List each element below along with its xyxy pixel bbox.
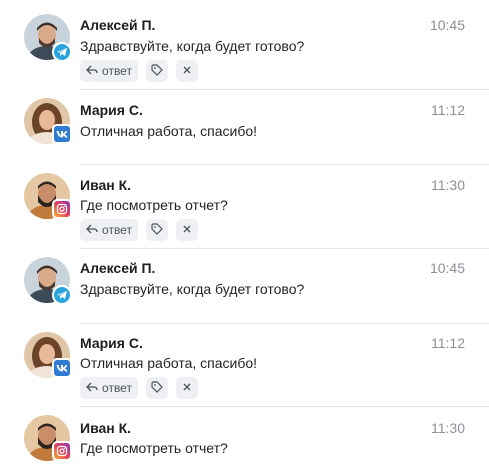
message-text: Отличная работа, спасибо! <box>80 355 258 371</box>
vk-icon <box>52 124 72 144</box>
reply-label: ответ <box>102 223 132 237</box>
instagram-icon <box>52 199 72 219</box>
message-text: Где посмотреть отчет? <box>80 197 228 213</box>
message-actions: ответ <box>80 60 198 82</box>
reply-button[interactable]: ответ <box>80 60 138 82</box>
message-text: Где посмотреть отчет? <box>80 440 228 456</box>
sender-name: Алексей П. <box>80 17 156 33</box>
tag-icon <box>151 63 163 79</box>
message-item[interactable]: Алексей П. 10:45 Здравствуйте, когда буд… <box>0 0 489 84</box>
reply-label: ответ <box>102 64 132 78</box>
telegram-icon <box>52 285 72 305</box>
sender-name: Иван К. <box>80 420 132 436</box>
sender-name: Алексей П. <box>80 260 156 276</box>
message-item[interactable]: Иван К. 11:30 Где посмотреть отчет? <box>0 407 489 475</box>
message-text: Здравствуйте, когда будет готово? <box>80 281 305 297</box>
message-time: 11:30 <box>431 420 465 436</box>
dismiss-button[interactable] <box>176 377 198 399</box>
tag-button[interactable] <box>146 60 168 82</box>
reply-button[interactable]: ответ <box>80 219 138 241</box>
close-icon <box>182 223 192 237</box>
reply-arrow-icon <box>86 381 98 395</box>
message-item[interactable]: Алексей П. 10:45 Здравствуйте, когда буд… <box>0 249 489 323</box>
reply-arrow-icon <box>86 223 98 237</box>
message-time: 10:45 <box>429 260 465 276</box>
sender-name: Мария С. <box>80 335 143 351</box>
message-text: Здравствуйте, когда будет готово? <box>80 38 305 54</box>
tag-button[interactable] <box>146 219 168 241</box>
vk-icon <box>52 358 72 378</box>
tag-button[interactable] <box>146 377 168 399</box>
sender-name: Мария С. <box>80 102 143 118</box>
reply-arrow-icon <box>86 64 98 78</box>
close-icon <box>182 381 192 395</box>
message-time: 11:30 <box>431 177 465 193</box>
reply-button[interactable]: ответ <box>80 377 138 399</box>
instagram-icon <box>52 441 72 461</box>
message-actions: ответ <box>80 219 198 241</box>
close-icon <box>182 64 192 78</box>
tag-icon <box>151 380 163 396</box>
message-actions: ответ <box>80 377 198 399</box>
tag-icon <box>151 222 163 238</box>
message-text: Отличная работа, спасибо! <box>80 123 258 139</box>
dismiss-button[interactable] <box>176 60 198 82</box>
dismiss-button[interactable] <box>176 219 198 241</box>
message-item[interactable]: Мария С. 11:12 Отличная работа, спасибо! <box>0 90 489 164</box>
message-time: 11:12 <box>431 102 465 118</box>
sender-name: Иван К. <box>80 177 132 193</box>
message-feed: Алексей П. 10:45 Здравствуйте, когда буд… <box>0 0 489 475</box>
telegram-icon <box>52 42 72 62</box>
message-time: 11:12 <box>431 335 465 351</box>
reply-label: ответ <box>102 381 132 395</box>
message-item[interactable]: Иван К. 11:30 Где посмотреть отчет? отве… <box>0 165 489 247</box>
message-item[interactable]: Мария С. 11:12 Отличная работа, спасибо!… <box>0 324 489 406</box>
message-time: 10:45 <box>429 17 465 33</box>
